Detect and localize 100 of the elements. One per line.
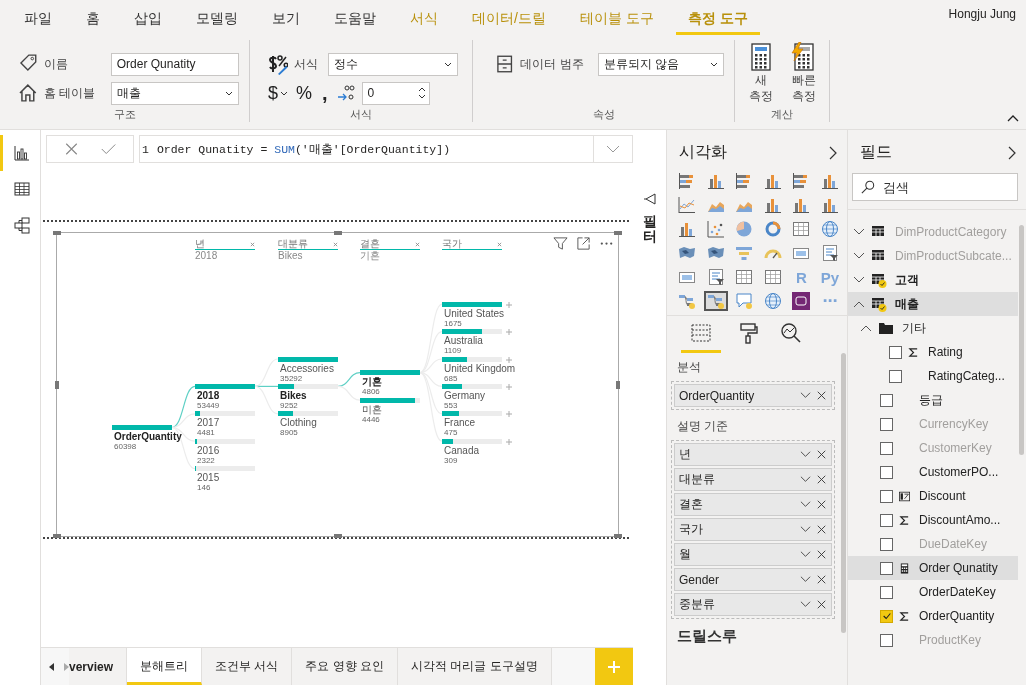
resize-handle[interactable] [614,534,622,538]
field-list-item[interactable]: Rating [928,345,963,359]
previous-page-icon[interactable] [49,662,55,671]
node-bar[interactable] [278,411,338,417]
node-bar[interactable] [360,370,420,376]
resize-handle[interactable] [55,380,59,389]
filters-pane-label[interactable]: 필터 [642,214,657,245]
checkbox[interactable] [880,537,893,551]
page-tab[interactable]: verview [69,648,128,685]
page-tab[interactable]: 주요 영향 요인 [292,648,399,685]
filter-icon[interactable] [553,236,568,251]
remove-icon[interactable] [816,450,827,459]
ribbon-tab[interactable]: 삽입 [122,0,174,38]
checkbox[interactable] [880,585,893,599]
caret-icon[interactable] [444,61,452,67]
paint-roller-icon[interactable] [738,322,760,344]
ribbon-tab[interactable]: 보기 [260,0,312,38]
remove-icon[interactable] [816,525,827,534]
checkbox[interactable] [880,465,893,479]
new-measure-button[interactable]: 새 측정 [743,42,778,104]
close-icon[interactable] [497,242,502,247]
resize-handle[interactable] [333,534,342,538]
chevron-down-icon[interactable] [800,550,811,559]
node-bar[interactable] [442,383,502,389]
format-dropdown[interactable]: 정수 [328,52,458,76]
close-icon[interactable] [64,142,79,156]
scrollbar[interactable] [1019,225,1024,455]
close-icon[interactable] [415,242,420,247]
chevron-down-icon[interactable] [853,228,865,236]
collapse-icon[interactable] [642,192,657,206]
checkbox[interactable] [880,489,893,503]
chevron-down-icon[interactable] [800,525,811,534]
checkbox[interactable] [880,633,893,647]
decimal-icon[interactable] [335,83,356,103]
page-tab[interactable]: 시각적 머리글 도구설명 [398,648,552,685]
checkbox[interactable] [889,369,902,383]
user-name[interactable]: Hongju Jung [948,0,1026,38]
analytics-icon[interactable] [780,322,802,344]
remove-icon[interactable] [816,500,827,509]
quick-measure-button[interactable]: 빠른 측정 [786,42,821,104]
chevron-down-icon[interactable] [853,276,865,284]
remove-icon[interactable] [816,475,827,484]
data-category-dropdown[interactable]: 분류되지 않음 [597,52,724,76]
node-bar[interactable] [442,356,502,362]
fields-tab[interactable] [681,322,721,353]
node-bar[interactable] [278,356,338,362]
chevron-down-icon[interactable] [800,450,811,459]
chevron-down-icon[interactable] [606,145,620,153]
resize-handle[interactable] [333,231,342,235]
focus-mode-icon[interactable] [576,236,591,251]
caret-icon[interactable] [280,90,288,96]
collapse-ribbon-icon[interactable] [1007,114,1019,122]
scrollbar[interactable] [841,353,846,633]
formula-input[interactable]: 1 Order Qunatity = SUM('매출'[OrderQuantity]) [139,135,633,163]
bar-chart-icon[interactable] [12,144,31,162]
checkbox[interactable] [880,441,893,455]
model-icon[interactable] [12,216,31,234]
field-list-item[interactable]: RatingCateg... [928,369,1005,383]
node-bar[interactable] [442,438,502,444]
node-bar[interactable] [278,383,338,389]
chevron-down-icon[interactable] [853,252,865,260]
page-tab[interactable]: 조건부 서식 [202,648,293,685]
remove-icon[interactable] [816,550,827,559]
field-list-item[interactable]: Discount [919,489,966,503]
node-bar[interactable] [442,301,502,307]
name-input[interactable]: Order Qunatity [110,52,239,76]
search-field[interactable]: 검색 [852,173,1018,201]
field-list-item[interactable]: CustomerPO... [919,465,999,479]
lightning-calculator-icon[interactable] [790,42,817,72]
chevron-down-icon[interactable] [800,500,811,509]
ribbon-tab[interactable]: 파일 [12,0,64,38]
ribbon-tab[interactable]: 모델링 [184,0,250,38]
node-bar[interactable] [195,383,255,389]
field-list-item[interactable]: 고객 [895,271,919,289]
checkbox[interactable] [880,609,893,623]
chevron-right-icon[interactable] [1008,145,1016,160]
ribbon-tab[interactable]: 도움말 [322,0,388,38]
node-bar[interactable] [112,425,172,430]
chevron-down-icon[interactable] [800,575,811,584]
field-list-item[interactable]: OrderDateKey [919,585,996,599]
resize-handle[interactable] [53,534,61,538]
chevron-right-icon[interactable] [829,145,837,160]
chevron-up-icon[interactable] [860,324,872,332]
field-list-item[interactable]: DiscountAmo... [919,513,1001,527]
node-bar[interactable] [195,438,255,444]
comma-button[interactable]: , [320,81,330,105]
node-bar[interactable] [442,329,502,335]
fields-icon[interactable] [690,322,712,344]
page-tab[interactable]: 분해트리 [127,648,203,685]
caret-icon[interactable] [225,90,233,96]
decimal-places-input[interactable]: 0 [361,81,430,105]
spinner-icon[interactable] [417,86,426,100]
table-icon[interactable] [12,180,31,198]
checkbox[interactable] [889,345,902,359]
field-list-item[interactable]: OrderQuantity [919,609,995,623]
chevron-down-icon[interactable] [800,391,811,400]
ribbon-tab[interactable]: 홈 [74,0,112,38]
chevron-up-icon[interactable] [853,300,865,308]
chevron-down-icon[interactable] [800,475,811,484]
checkbox[interactable] [880,417,893,431]
